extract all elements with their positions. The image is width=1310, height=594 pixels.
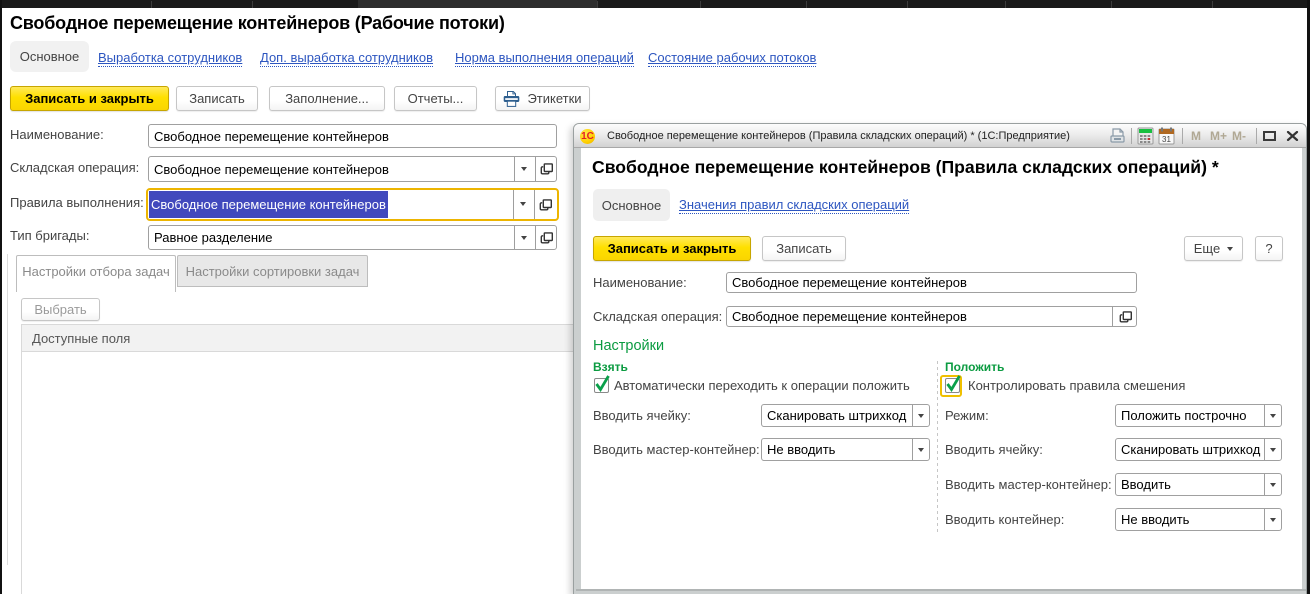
svg-text:31: 31 — [1162, 135, 1171, 144]
